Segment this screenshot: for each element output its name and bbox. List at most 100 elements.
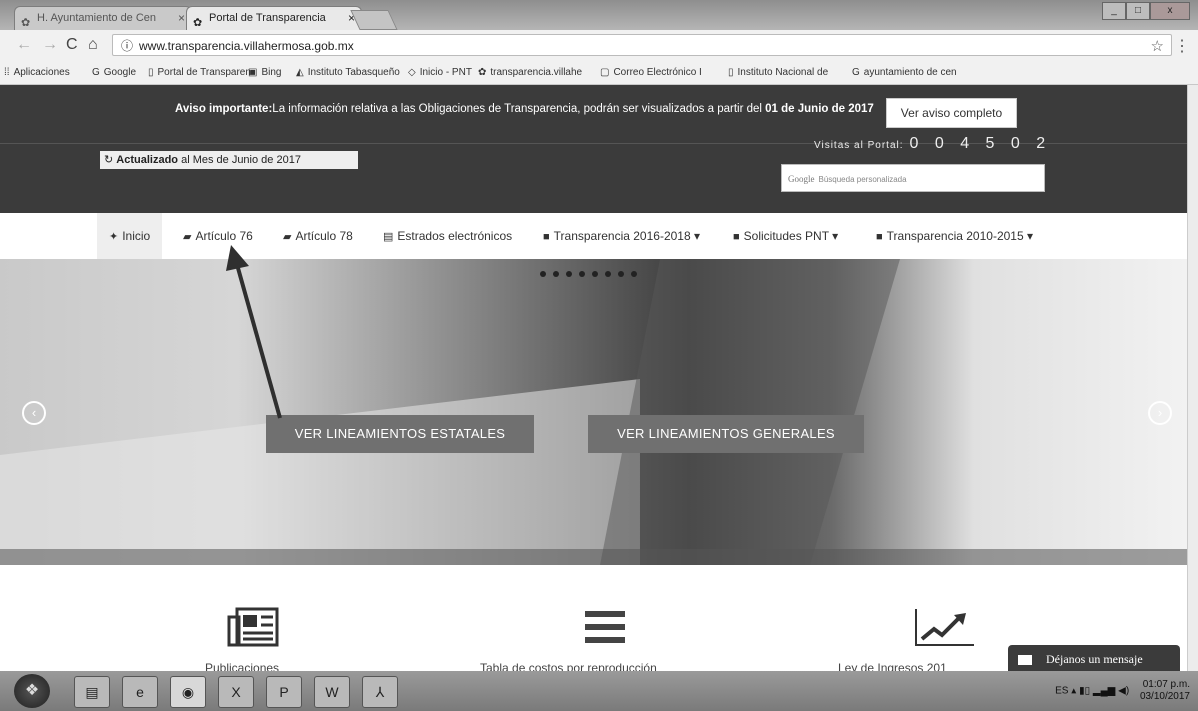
bookmark-item[interactable]: ▯ Portal de Transparen xyxy=(148,62,251,84)
signal-icon[interactable]: ▂▄▆ xyxy=(1093,686,1118,697)
slide-dot[interactable] xyxy=(579,271,585,277)
system-tray: ES ▴ ▮▯ ▂▄▆ ◀) 01:07 p.m. 03/10/2017 xyxy=(1055,679,1190,703)
slide-dot[interactable] xyxy=(566,271,572,277)
nav-item-solicitudes[interactable]: ■ Solicitudes PNT ▾ xyxy=(733,213,838,259)
slide-dot[interactable] xyxy=(631,271,637,277)
url-input[interactable]: ⓘ www.transparencia.villahermosa.gob.mx xyxy=(112,34,1172,56)
windows-taskbar: ❖ ▤ e ◉ X P W ⅄ ES ▴ ▮▯ ▂▄▆ ◀) 01:07 p.m… xyxy=(0,671,1198,711)
home-icon[interactable]: ⌂ xyxy=(88,36,98,54)
search-input[interactable]: Google Búsqueda personalizada xyxy=(781,164,1045,192)
language-indicator[interactable]: ES xyxy=(1055,686,1068,697)
main-nav: ✦ Inicio ▰ Artículo 76 ▰ Artículo 78 ▤ Estra… xyxy=(0,213,1188,260)
slide-indicators xyxy=(540,271,644,277)
volume-icon[interactable]: ◀) xyxy=(1118,686,1129,697)
updated-text: al Mes de Junio de 2017 xyxy=(178,154,301,166)
book-icon: ▰ xyxy=(183,231,192,243)
web-page: Aviso importante:La información relativa… xyxy=(0,85,1188,671)
bookmark-item[interactable]: ▢ Correo Electrónico I xyxy=(600,62,702,84)
internet-explorer-icon[interactable]: e xyxy=(122,676,158,708)
nav-item-transparencia-2016[interactable]: ■ Transparencia 2016-2018 ▾ xyxy=(543,213,700,259)
reload-icon[interactable]: C xyxy=(66,36,78,54)
slide-dot[interactable] xyxy=(592,271,598,277)
slide-dot[interactable] xyxy=(618,271,624,277)
browser-tab[interactable]: ✿ H. Ayuntamiento de Cen × xyxy=(14,6,192,30)
visits-count: 0 0 4 5 0 2 xyxy=(909,135,1052,152)
bookmark-item[interactable]: Gayuntamiento de cen xyxy=(852,62,957,84)
site-favicon-icon: ✿ xyxy=(193,17,203,29)
hero-slider: ‹ › VER LINEAMIENTOS ESTATALES VER LINEA… xyxy=(0,259,1188,565)
word-icon[interactable]: W xyxy=(314,676,350,708)
close-tab-icon[interactable]: × xyxy=(178,7,185,29)
slide-dot[interactable] xyxy=(540,271,546,277)
list-icon xyxy=(585,611,625,643)
browser-tab-active[interactable]: ✿ Portal de Transparencia × xyxy=(186,6,362,30)
browser-tab-strip: ✿ H. Ayuntamiento de Cen × ✿ Portal de T… xyxy=(0,0,1198,30)
clock-date: 03/10/2017 xyxy=(1139,691,1190,702)
bookmark-item[interactable]: ▯ Instituto Nacional de xyxy=(728,62,828,84)
google-icon: G xyxy=(852,67,860,78)
clock-time: 01:07 p.m. xyxy=(1142,679,1190,690)
updated-badge: ↻ Actualizado al Mes de Junio de 2017 xyxy=(100,151,358,169)
close-window-icon[interactable]: x xyxy=(1150,2,1190,20)
home-icon: ✦ xyxy=(109,231,119,243)
caret-down-icon: ▾ xyxy=(828,229,839,243)
tab-title: Portal de Transparencia xyxy=(209,12,326,24)
feature-label: Tabla de costos por reproducción xyxy=(480,661,657,671)
view-general-guidelines-button[interactable]: VER LINEAMIENTOS GENERALES xyxy=(588,415,864,453)
slide-dot[interactable] xyxy=(605,271,611,277)
institute-icon: ◭ xyxy=(296,67,304,78)
bookmark-item[interactable]: ▣ Bing xyxy=(248,62,281,84)
hero-image xyxy=(0,379,640,565)
powerpoint-icon[interactable]: P xyxy=(266,676,302,708)
nav-item-inicio[interactable]: ✦ Inicio xyxy=(97,213,163,259)
browser-menu-icon[interactable]: ⋮ xyxy=(1174,36,1190,56)
info-icon[interactable]: ⓘ xyxy=(121,35,133,57)
mail-icon: ▢ xyxy=(600,67,610,78)
book-icon: ▰ xyxy=(283,231,292,243)
view-state-guidelines-button[interactable]: VER LINEAMIENTOS ESTATALES xyxy=(266,415,534,453)
feature-tabla-costos[interactable] xyxy=(565,605,645,655)
excel-icon[interactable]: X xyxy=(218,676,254,708)
bookmark-item[interactable]: ⁞⁞ Aplicaciones xyxy=(4,62,70,84)
start-button[interactable]: ❖ xyxy=(14,674,50,708)
notice-text: La información relativa a las Obligacion… xyxy=(272,103,762,115)
list-icon: ▤ xyxy=(383,231,394,243)
nav-item-transparencia-2010[interactable]: ■ Transparencia 2010-2015 ▾ xyxy=(876,213,1033,259)
bookmark-item[interactable]: G Google xyxy=(92,62,136,84)
feature-publicaciones[interactable] xyxy=(215,605,295,655)
chrome-icon[interactable]: ◉ xyxy=(170,676,206,708)
minimize-icon[interactable]: _ xyxy=(1102,2,1126,20)
feature-ley-ingresos[interactable] xyxy=(905,605,985,655)
apps-icon: ⁞⁞ xyxy=(4,67,10,78)
tray-expand-icon[interactable]: ▴ xyxy=(1071,686,1079,697)
acrobat-icon[interactable]: ⅄ xyxy=(362,676,398,708)
nav-item-estrados[interactable]: ▤ Estrados electrónicos xyxy=(383,213,512,259)
notice-date: 01 de Junio de 2017 xyxy=(765,103,874,115)
notice-title: Aviso importante: xyxy=(174,103,273,115)
bing-icon: ▣ xyxy=(248,67,258,78)
maximize-icon[interactable]: □ xyxy=(1126,2,1150,20)
back-icon[interactable]: ← xyxy=(16,36,32,54)
nav-item-articulo-76[interactable]: ▰ Artículo 76 xyxy=(183,213,253,259)
search-placeholder: Búsqueda personalizada xyxy=(818,175,907,184)
explorer-icon[interactable]: ▤ xyxy=(74,676,110,708)
clock[interactable]: 01:07 p.m. 03/10/2017 xyxy=(1140,679,1190,703)
slide-prev-icon[interactable]: ‹ xyxy=(22,401,46,425)
page-scrollbar[interactable] xyxy=(1187,85,1198,671)
bookmark-item[interactable]: ◇ Inicio - PNT xyxy=(408,62,472,84)
chat-widget-button[interactable]: Déjanos un mensaje xyxy=(1008,645,1180,673)
slide-dot[interactable] xyxy=(553,271,559,277)
view-full-notice-button[interactable]: Ver aviso completo xyxy=(886,98,1017,128)
bookmark-star-icon[interactable]: ☆ xyxy=(1151,37,1164,55)
updated-label: Actualizado xyxy=(116,154,179,166)
new-tab-button[interactable] xyxy=(350,10,398,30)
bookmark-item[interactable]: ◭ Instituto Tabasqueño xyxy=(296,62,400,84)
slide-next-icon[interactable]: › xyxy=(1148,401,1172,425)
network-icon[interactable]: ▮▯ xyxy=(1079,686,1090,697)
nav-item-articulo-78[interactable]: ▰ Artículo 78 xyxy=(283,213,353,259)
forward-icon[interactable]: → xyxy=(42,36,58,54)
bookmark-item[interactable]: ✿ transparencia.villahe xyxy=(478,62,582,84)
page-icon: ▯ xyxy=(728,67,734,78)
newspaper-icon xyxy=(227,607,279,647)
site-icon: ✿ xyxy=(478,67,487,78)
